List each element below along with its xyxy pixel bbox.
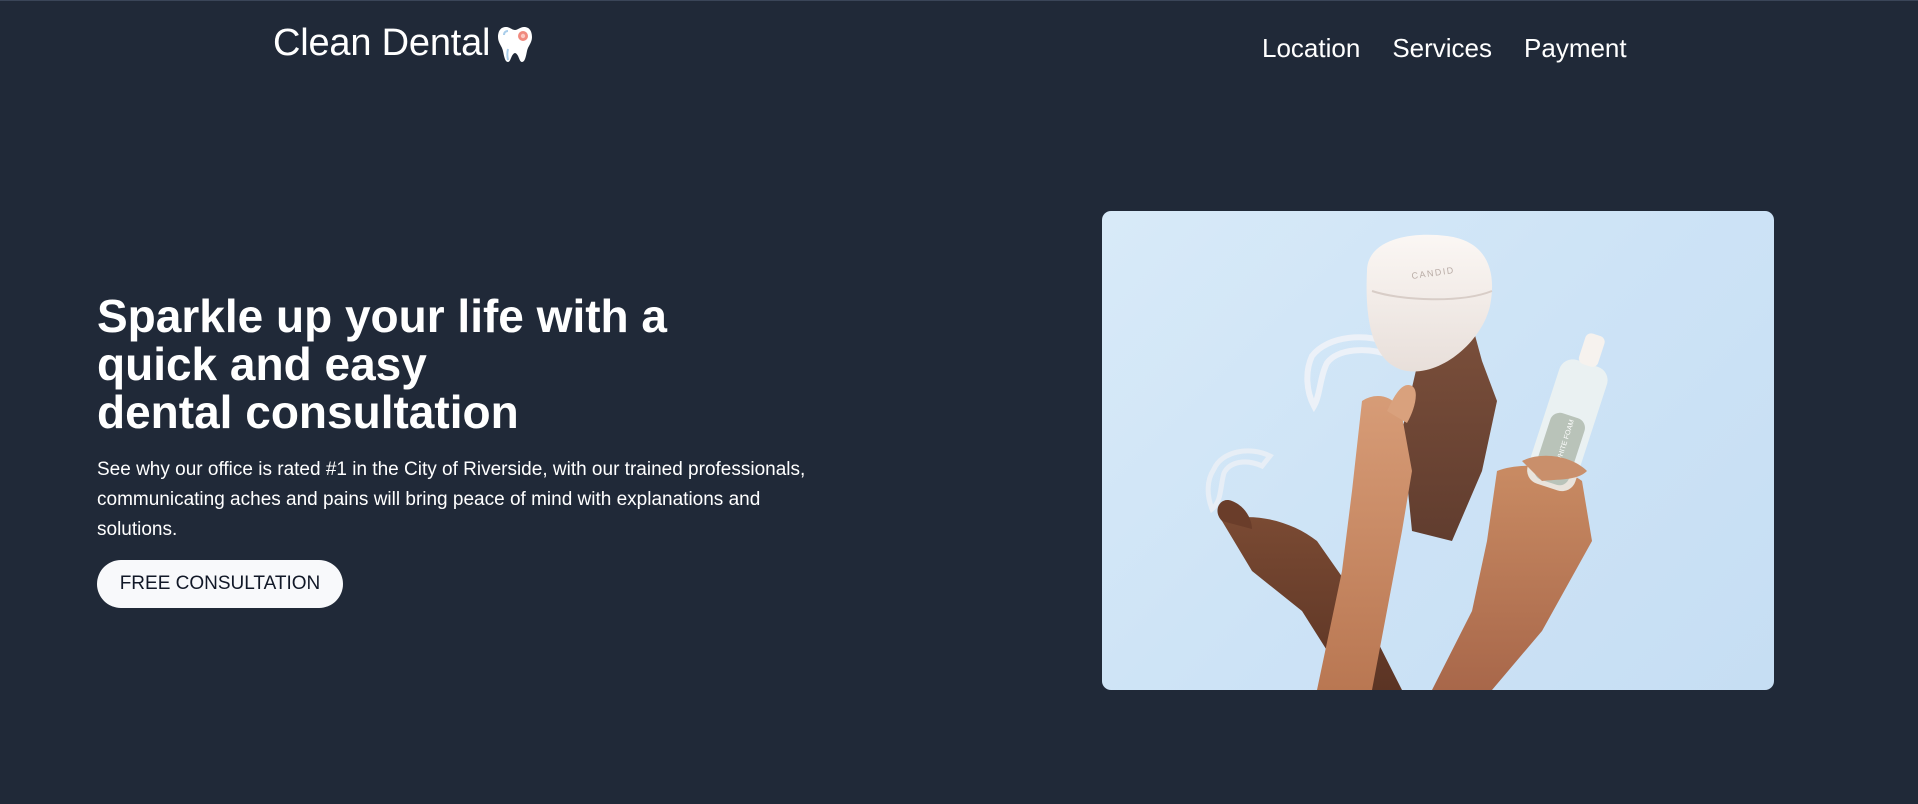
hero-title: Sparkle up your life with a quick and ea… bbox=[97, 292, 797, 436]
free-consultation-button[interactable]: FREE CONSULTATION bbox=[97, 560, 343, 608]
main-nav: Location Services Payment bbox=[1262, 33, 1627, 64]
aligner-left bbox=[1205, 448, 1274, 514]
nav-payment[interactable]: Payment bbox=[1524, 33, 1627, 64]
hero-title-line-2: quick and easy bbox=[97, 338, 427, 390]
logo-text: Clean Dental bbox=[273, 22, 491, 64]
middle-arm bbox=[1317, 396, 1412, 690]
hero-image: CANDID WHITE FOAM bbox=[1102, 211, 1774, 690]
logo[interactable]: Clean Dental bbox=[273, 22, 534, 65]
hands-products-illustration: CANDID WHITE FOAM bbox=[1205, 234, 1608, 690]
nav-location[interactable]: Location bbox=[1262, 33, 1360, 64]
top-border bbox=[0, 0, 1918, 1]
hero-title-line-3: dental consultation bbox=[97, 386, 519, 438]
hero-title-line-1: Sparkle up your life with a bbox=[97, 290, 668, 342]
tooth-icon bbox=[498, 26, 533, 62]
nav-services[interactable]: Services bbox=[1392, 33, 1492, 64]
hero-description: See why our office is rated #1 in the Ci… bbox=[97, 459, 806, 540]
